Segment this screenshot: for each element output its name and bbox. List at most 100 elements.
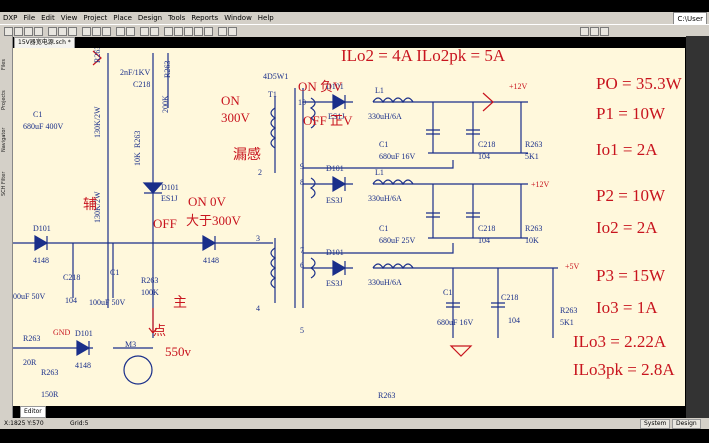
- pin-label: 4: [256, 304, 260, 313]
- resistor-ref: R263: [378, 391, 396, 400]
- pin-label: 5: [300, 326, 304, 335]
- print-icon[interactable]: [34, 27, 43, 36]
- cap-ref: C218: [478, 140, 496, 149]
- redo-icon[interactable]: [150, 27, 159, 36]
- diode-part: 4148: [75, 361, 91, 370]
- save-icon[interactable]: [24, 27, 33, 36]
- spec-p3: P3 = 15W: [596, 266, 666, 285]
- undo-icon[interactable]: [140, 27, 149, 36]
- annotation-on-300v: ON 300V: [221, 93, 250, 125]
- part-icon[interactable]: [204, 27, 213, 36]
- pin-label: 10: [298, 98, 306, 107]
- files-tab[interactable]: Files: [1, 40, 11, 70]
- diode-part: 4148: [33, 256, 49, 265]
- cap-value: 680uF 25V: [379, 236, 416, 245]
- pin-label: 8: [300, 178, 304, 187]
- pin-label: 7: [300, 246, 304, 255]
- projects-tab[interactable]: Projects: [1, 76, 11, 110]
- spec-ilo3pk: ILo3pk = 2.8A: [573, 360, 675, 379]
- inductor-value: 330uH/6A: [368, 278, 402, 287]
- resistor-ref: R263: [41, 368, 59, 377]
- menu-tools[interactable]: Tools: [165, 14, 188, 22]
- annotation-leakage: 漏感: [233, 148, 261, 163]
- annotation-dot: 点: [153, 323, 167, 338]
- menu-file[interactable]: File: [20, 14, 38, 22]
- menu-help[interactable]: Help: [255, 14, 277, 22]
- diode-part: ES3J: [326, 279, 343, 288]
- cap-ref: C1: [379, 140, 389, 149]
- spec-ilo2: ILo2 = 4A ILo2pk = 5A: [341, 48, 506, 65]
- nav-home-icon[interactable]: [600, 27, 609, 36]
- paste-icon[interactable]: [102, 27, 111, 36]
- spec-io1: Io1 = 2A: [596, 140, 658, 159]
- cap-value: 2nF/1KV: [120, 68, 151, 77]
- sch-filter-tab[interactable]: SCH Filter: [1, 158, 11, 196]
- resistor-ref: R263: [525, 140, 543, 149]
- port-icon[interactable]: [228, 27, 237, 36]
- resistor-ref: R263: [525, 224, 543, 233]
- move-icon[interactable]: [126, 27, 135, 36]
- menu-project[interactable]: Project: [80, 14, 110, 22]
- cap-ref: C1: [443, 288, 453, 297]
- annotation-gt-300v: 大于300V: [186, 213, 241, 228]
- pin-label: 2: [258, 168, 262, 177]
- spec-io3: Io3 = 1A: [596, 298, 658, 317]
- system-button[interactable]: System: [640, 419, 671, 429]
- cursor-coords: X:1825 Y:570: [4, 420, 44, 427]
- cap-value: 100uF 50V: [89, 298, 126, 307]
- cap-value: 104: [478, 236, 490, 245]
- menu-edit[interactable]: Edit: [38, 14, 58, 22]
- side-panel: Files Projects Navigator SCH Filter: [0, 36, 13, 422]
- design-button[interactable]: Design: [672, 419, 701, 429]
- net-label-icon[interactable]: [184, 27, 193, 36]
- new-icon[interactable]: [4, 27, 13, 36]
- nav-back-icon[interactable]: [580, 27, 589, 36]
- open-icon[interactable]: [14, 27, 23, 36]
- transformer-ref: T1: [268, 90, 277, 99]
- diode-part: 4148: [203, 256, 219, 265]
- bus-icon[interactable]: [174, 27, 183, 36]
- annotation-on-0v: ON 0V: [188, 194, 226, 209]
- menu-reports[interactable]: Reports: [188, 14, 221, 22]
- menu-design[interactable]: Design: [135, 14, 165, 22]
- gnd-label: GND: [53, 328, 71, 337]
- zoom-fit-icon[interactable]: [68, 27, 77, 36]
- annotation-on-neg: ON 负V: [298, 79, 343, 94]
- diode-ref: D101: [33, 224, 51, 233]
- resistor-value: 150R: [41, 390, 59, 399]
- nav-forward-icon[interactable]: [590, 27, 599, 36]
- menu-view[interactable]: View: [58, 14, 81, 22]
- cut-icon[interactable]: [82, 27, 91, 36]
- select-icon[interactable]: [116, 27, 125, 36]
- zoom-out-icon[interactable]: [58, 27, 67, 36]
- resistor-value: 100K: [141, 288, 159, 297]
- zoom-in-icon[interactable]: [48, 27, 57, 36]
- spec-io2: Io2 = 2A: [596, 218, 658, 237]
- cap-value: 104: [478, 152, 490, 161]
- menu-bar: DXP File Edit View Project Place Design …: [0, 12, 709, 26]
- resistor-value: 10K: [525, 236, 539, 245]
- cap-ref: C1: [379, 224, 389, 233]
- menu-place[interactable]: Place: [110, 14, 135, 22]
- sheet-symbol-icon[interactable]: [218, 27, 227, 36]
- menu-window[interactable]: Window: [221, 14, 255, 22]
- dxp-menu[interactable]: DXP: [0, 14, 20, 22]
- resistor-ref: R263: [23, 334, 41, 343]
- wire-icon[interactable]: [164, 27, 173, 36]
- grid-size: Grid:5: [70, 420, 89, 427]
- annotation-off: OFF: [153, 216, 177, 231]
- schematic-canvas[interactable]: 4D5W1 T1 10 2 9 8 3 7 6 4 5 D101 ES1J D1…: [13, 48, 685, 406]
- resistor-value: 5K1: [560, 318, 574, 327]
- pin-label: 3: [256, 234, 260, 243]
- diode-ref: D101: [326, 164, 344, 173]
- annotation-off-pos: OFF 正V: [303, 113, 353, 128]
- rail-label: +12V: [509, 82, 528, 91]
- resistor-value: 10K: [133, 152, 142, 166]
- resistor-ref: R263: [133, 130, 142, 148]
- copy-icon[interactable]: [92, 27, 101, 36]
- annotation-main: 主: [173, 296, 187, 311]
- navigator-tab[interactable]: Navigator: [1, 116, 11, 152]
- power-port-icon[interactable]: [194, 27, 203, 36]
- cap-ref: C1: [33, 110, 43, 119]
- editor-tab[interactable]: Editor: [20, 406, 46, 418]
